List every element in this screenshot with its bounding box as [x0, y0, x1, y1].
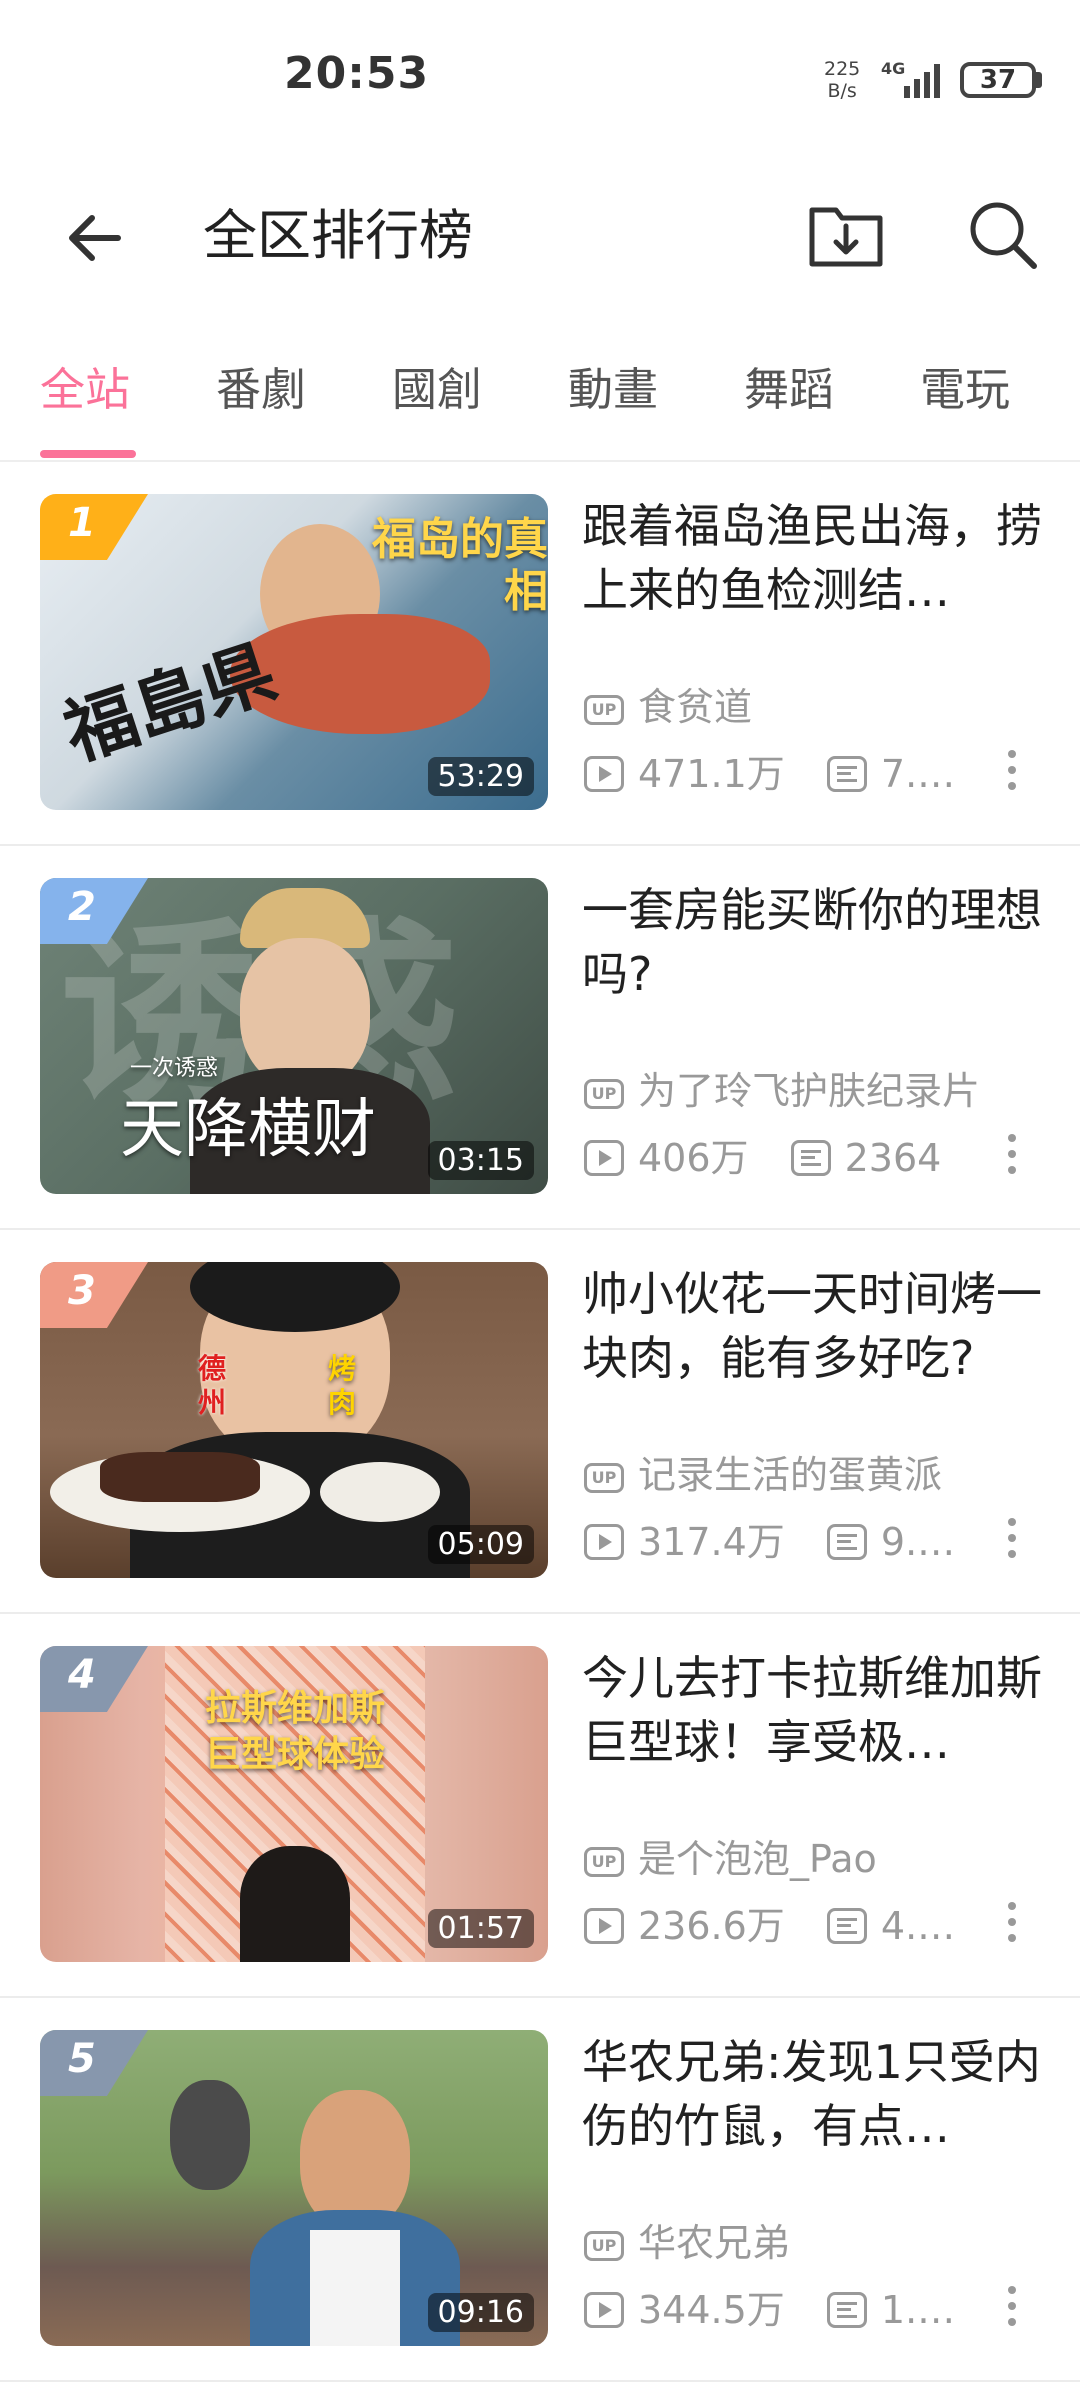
play-count-icon — [584, 1523, 624, 1560]
battery-tip — [1036, 72, 1042, 88]
ranking-list-item[interactable]: 诱惑 一次诱惑 天降横财 2 03:15 一套房能买断你的理想吗? UP 为了玲飞… — [0, 846, 1080, 1230]
rank-badge: 1 — [40, 494, 148, 560]
arrow-left-icon[interactable] — [56, 198, 136, 278]
uploader[interactable]: UP 食贫道 — [584, 682, 752, 732]
more-options-icon[interactable] — [996, 740, 1028, 800]
danmaku-count: 9.… — [880, 1519, 956, 1564]
uploader-name: 记录生活的蛋黄派 — [638, 1453, 943, 1497]
danmaku-icon — [790, 1139, 831, 1176]
thumbnail-caption: 拉斯维加斯 巨型球体验 — [204, 1688, 385, 1775]
video-stats: 317.4万 9.… — [584, 1514, 955, 1564]
video-duration: 01:57 — [427, 1909, 534, 1948]
more-options-icon[interactable] — [996, 1892, 1028, 1952]
danmaku-count: 4.… — [880, 1903, 956, 1948]
video-title[interactable]: 跟着福岛渔民出海，捞上来的鱼检测结… — [582, 494, 1042, 622]
tab-bangumi[interactable]: 番劇 — [216, 360, 306, 420]
video-stats: 236.6万 4.… — [584, 1898, 955, 1948]
uploader-name: 是个泡泡_Pao — [638, 1837, 877, 1881]
uploader-name: 为了玲飞护肤纪录片 — [638, 1069, 981, 1113]
danmaku-icon — [826, 2291, 867, 2328]
thumbnail-caption-secondary: 烤肉 — [328, 1352, 357, 1419]
danmaku-icon — [826, 1907, 867, 1944]
video-stats: 406万 2364 — [584, 1130, 941, 1180]
thumbnail-caption-secondary: 福島県 — [54, 629, 286, 777]
play-count-icon — [584, 755, 624, 792]
tab-active-indicator — [40, 450, 136, 458]
thumbnail-caption: 福岛的真相 — [372, 514, 548, 617]
rank-badge: 4 — [40, 1646, 148, 1712]
danmaku-icon — [826, 755, 867, 792]
tab-all[interactable]: 全站 — [40, 360, 130, 420]
video-thumbnail[interactable]: 5 09:16 — [40, 2030, 548, 2346]
video-duration: 53:29 — [427, 757, 534, 796]
more-options-icon[interactable] — [996, 1124, 1028, 1184]
page-title: 全区排行榜 — [203, 204, 473, 267]
video-thumbnail[interactable]: 诱惑 一次诱惑 天降横财 2 03:15 — [40, 878, 548, 1194]
danmaku-icon — [826, 1523, 867, 1560]
up-badge-icon: UP — [584, 1078, 624, 1109]
up-badge-icon: UP — [584, 1846, 624, 1877]
view-count: 236.6万 — [638, 1903, 785, 1948]
ranking-list-item[interactable]: 拉斯维加斯 巨型球体验 4 01:57 今儿去打卡拉斯维加斯巨型球！享受极… UP… — [0, 1614, 1080, 1998]
uploader-name: 食贫道 — [638, 685, 753, 729]
top-app-bar: 全区排行榜 — [0, 160, 1080, 300]
more-options-icon[interactable] — [996, 1508, 1028, 1568]
view-count: 471.1万 — [638, 751, 785, 796]
tab-animation[interactable]: 動畫 — [568, 360, 658, 420]
video-duration: 03:15 — [427, 1141, 534, 1180]
status-time: 20:53 — [284, 48, 430, 99]
rank-badge: 5 — [40, 2030, 148, 2096]
video-stats: 344.5万 1.… — [584, 2282, 955, 2332]
video-title[interactable]: 一套房能买断你的理想吗? — [582, 878, 1042, 1006]
uploader-name: 华农兄弟 — [638, 2221, 791, 2265]
up-badge-icon: UP — [584, 1462, 624, 1493]
view-count: 344.5万 — [638, 2287, 785, 2332]
play-count-icon — [584, 2291, 624, 2328]
download-folder-icon[interactable] — [806, 194, 886, 274]
video-stats: 471.1万 7.… — [584, 746, 955, 796]
video-duration: 05:09 — [427, 1525, 534, 1564]
ranking-list-item[interactable]: 5 09:16 华农兄弟:发现1只受内伤的竹鼠，有点… UP 华农兄弟 344.5… — [0, 1998, 1080, 2382]
view-count: 317.4万 — [638, 1519, 785, 1564]
tab-guochuang[interactable]: 國創 — [392, 360, 482, 420]
battery-icon: 37 — [960, 62, 1036, 98]
video-thumbnail[interactable]: 德州 烤肉 3 05:09 — [40, 1262, 548, 1578]
video-thumbnail[interactable]: 拉斯维加斯 巨型球体验 4 01:57 — [40, 1646, 548, 1962]
view-count: 406万 — [638, 1135, 749, 1180]
more-options-icon[interactable] — [996, 2276, 1028, 2336]
tab-gaming[interactable]: 電玩 — [920, 360, 1010, 420]
danmaku-count: 1.… — [880, 2287, 956, 2332]
danmaku-count: 7.… — [880, 751, 956, 796]
video-title[interactable]: 华农兄弟:发现1只受内伤的竹鼠，有点… — [582, 2030, 1042, 2158]
play-count-icon — [584, 1139, 624, 1176]
tab-dance[interactable]: 舞蹈 — [744, 360, 834, 420]
up-badge-icon: UP — [584, 694, 624, 725]
uploader[interactable]: UP 记录生活的蛋黄派 — [584, 1450, 942, 1500]
video-thumbnail[interactable]: 福岛的真相 福島県 1 53:29 — [40, 494, 548, 810]
thumbnail-caption: 德州 — [198, 1352, 227, 1419]
uploader[interactable]: UP 华农兄弟 — [584, 2218, 790, 2268]
net-speed-value: 225 — [824, 58, 861, 80]
up-badge-icon: UP — [584, 2230, 624, 2261]
signal-icon — [904, 64, 940, 98]
play-count-icon — [584, 1907, 624, 1944]
category-tabs: 全站 番劇 國創 動畫 舞蹈 電玩 — [0, 340, 1080, 462]
video-title[interactable]: 今儿去打卡拉斯维加斯巨型球！享受极… — [582, 1646, 1042, 1774]
status-bar: 20:53 225 B/s 4G 37 — [0, 0, 1080, 160]
ranking-list-item[interactable]: 德州 烤肉 3 05:09 帅小伙花一天时间烤一块肉，能有多好吃? UP 记录生活… — [0, 1230, 1080, 1614]
uploader[interactable]: UP 为了玲飞护肤纪录片 — [584, 1066, 980, 1116]
search-icon[interactable] — [962, 194, 1042, 274]
danmaku-count: 2364 — [844, 1135, 942, 1180]
net-speed-unit: B/s — [827, 80, 857, 102]
uploader[interactable]: UP 是个泡泡_Pao — [584, 1834, 877, 1884]
video-title[interactable]: 帅小伙花一天时间烤一块肉，能有多好吃? — [582, 1262, 1042, 1390]
rank-badge: 3 — [40, 1262, 148, 1328]
video-duration: 09:16 — [427, 2293, 534, 2332]
net-speed: 225 B/s — [824, 58, 860, 102]
ranking-list-item[interactable]: 福岛的真相 福島県 1 53:29 跟着福岛渔民出海，捞上来的鱼检测结… UP 食… — [0, 462, 1080, 846]
thumbnail-caption: 天降横财 — [120, 1093, 376, 1167]
